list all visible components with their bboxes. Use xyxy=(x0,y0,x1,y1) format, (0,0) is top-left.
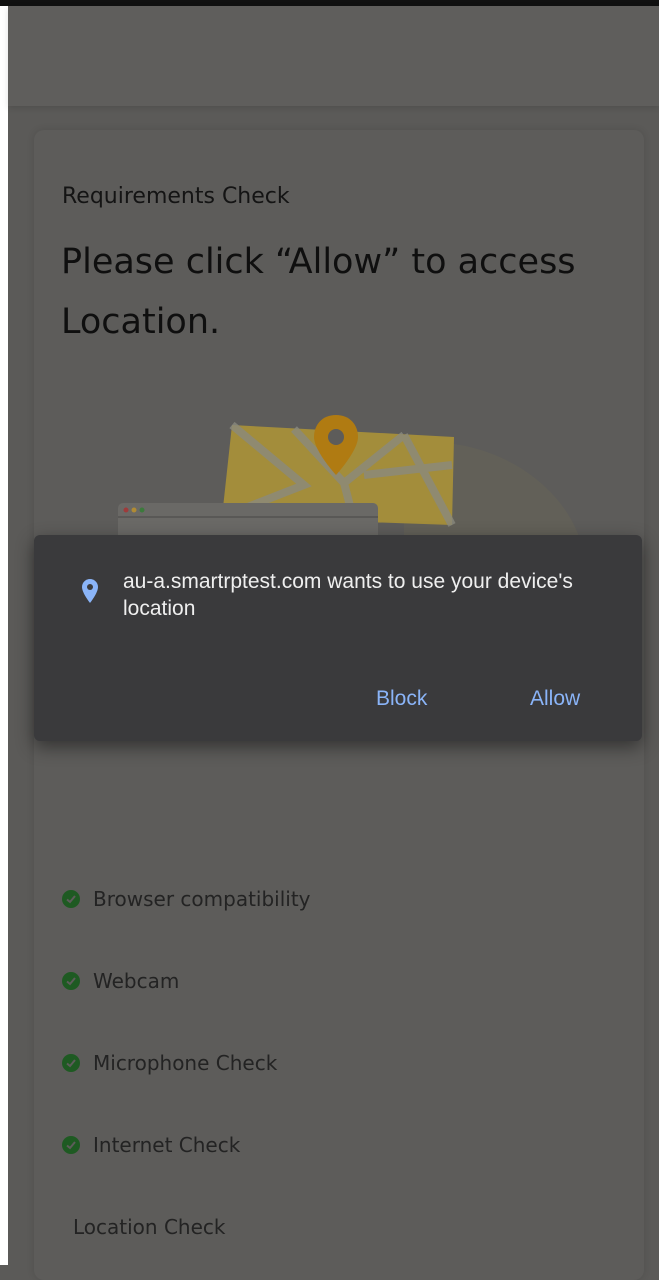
check-circle-icon xyxy=(62,1136,80,1154)
page-title: Please click “Allow” to access Location. xyxy=(61,242,576,342)
check-item-browser: Browser compatibility xyxy=(62,887,311,911)
check-label: Webcam xyxy=(93,969,180,993)
app-header xyxy=(8,6,659,106)
check-item-webcam: Webcam xyxy=(62,969,179,993)
check-label: Microphone Check xyxy=(93,1051,278,1075)
allow-button[interactable]: Allow xyxy=(530,687,580,711)
check-label: Location Check xyxy=(73,1215,226,1239)
check-circle-icon xyxy=(62,1054,80,1072)
location-permission-dialog: au-a.smartrptest.com wants to use your d… xyxy=(34,535,642,741)
check-item-internet: Internet Check xyxy=(62,1133,240,1157)
check-item-microphone: Microphone Check xyxy=(62,1051,277,1075)
permission-message: au-a.smartrptest.com wants to use your d… xyxy=(123,570,573,620)
check-circle-icon xyxy=(62,972,80,990)
check-label: Browser compatibility xyxy=(93,887,311,911)
check-item-location: Location Check xyxy=(73,1215,225,1239)
check-circle-icon xyxy=(62,890,80,908)
check-label: Internet Check xyxy=(93,1133,241,1157)
location-pin-icon xyxy=(82,579,98,603)
location-illustration xyxy=(118,415,584,555)
screen-edge xyxy=(0,6,8,1265)
block-button[interactable]: Block xyxy=(376,687,427,711)
requirements-eyebrow: Requirements Check xyxy=(62,184,290,209)
